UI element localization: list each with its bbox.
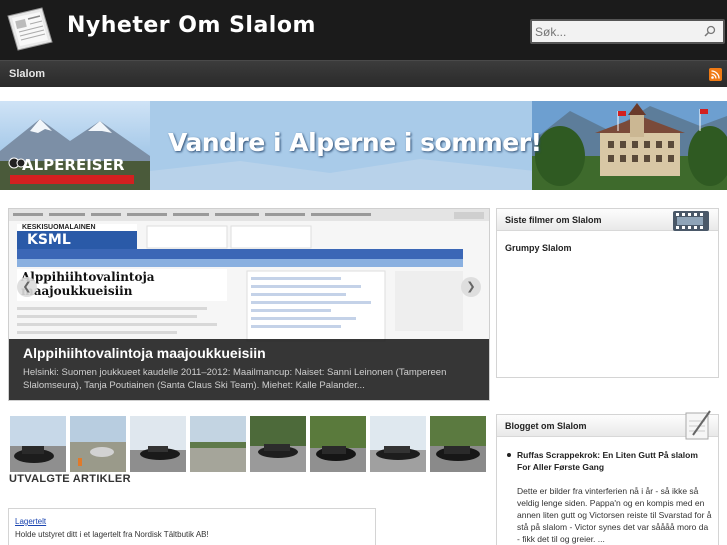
- thumbnail-1[interactable]: [10, 416, 66, 472]
- banner-headline: Vandre i Alperne i sommer!: [168, 128, 542, 157]
- slider-prev-button[interactable]: ❮: [17, 277, 37, 297]
- slider-next-button[interactable]: ❯: [461, 277, 481, 297]
- featured-slider[interactable]: KESKISUOMALAINEN KSML Alppihiihtovalinto…: [8, 208, 490, 401]
- main-nav: Slalom: [0, 60, 727, 87]
- rss-icon[interactable]: [709, 68, 722, 81]
- thumbnail-3[interactable]: [130, 416, 186, 472]
- slide-title[interactable]: Alppihiihtovalintoja maajoukkueisiin: [23, 345, 266, 361]
- blog-post-excerpt: Dette er bilder fra vinterferien nå i år…: [517, 486, 712, 544]
- blog-post-title[interactable]: Ruffas Scrappekrok: En Liten Gutt På sla…: [517, 449, 712, 473]
- thumbnail-6[interactable]: [310, 416, 366, 472]
- films-widget-title: Siste filmer om Slalom: [505, 215, 602, 225]
- featured-article: Lagertelt Holde utstyret ditt i et lager…: [8, 508, 376, 545]
- banner-brand: ALPEREISER: [22, 156, 125, 174]
- thumbnail-strip: [8, 416, 490, 472]
- film-icon: [673, 211, 709, 231]
- site-header: Nyheter Om Slalom: [0, 0, 727, 60]
- shot-headline: Alppihiihtovalintoja maajoukkueisiin: [21, 270, 155, 298]
- article-text: Holde utstyret ditt i et lagertelt fra N…: [15, 530, 209, 539]
- blog-widget: Blogget om Slalom Ruffas Scrappekrok: En…: [496, 410, 719, 545]
- films-widget: Siste filmer om Slalom Grumpy Slalom: [496, 208, 719, 378]
- thumbnail-4[interactable]: [190, 416, 246, 472]
- ad-banner[interactable]: Vandre i Alperne i sommer! ALPEREISER: [0, 101, 727, 190]
- nav-item-slalom[interactable]: Slalom: [9, 68, 45, 80]
- article-link[interactable]: Lagertelt: [15, 517, 46, 526]
- shot-header-text: KESKISUOMALAINEN: [22, 224, 96, 231]
- thumbnail-8[interactable]: [430, 416, 486, 472]
- thumbnail-7[interactable]: [370, 416, 426, 472]
- thumbnail-5[interactable]: [250, 416, 306, 472]
- search-icon[interactable]: [703, 24, 717, 38]
- shot-logo: KSML: [27, 232, 71, 248]
- slide-caption: Alppihiihtovalintoja maajoukkueisiin Hel…: [9, 339, 489, 400]
- slide-excerpt: Helsinki: Suomen joukkueet kaudelle 2011…: [23, 367, 447, 391]
- banner-brand-tagline: [10, 175, 134, 184]
- bullet-icon: [507, 453, 511, 457]
- notepad-pen-icon: [685, 410, 711, 440]
- site-title[interactable]: Nyheter Om Slalom: [67, 13, 316, 38]
- newspaper-icon[interactable]: [4, 6, 56, 52]
- search-box: [530, 19, 725, 44]
- film-item[interactable]: Grumpy Slalom: [505, 243, 572, 253]
- blog-widget-title: Blogget om Slalom: [505, 421, 587, 431]
- thumbnail-2[interactable]: [70, 416, 126, 472]
- search-input[interactable]: [535, 22, 703, 41]
- featured-articles-heading: UTVALGTE ARTIKLER: [9, 473, 131, 485]
